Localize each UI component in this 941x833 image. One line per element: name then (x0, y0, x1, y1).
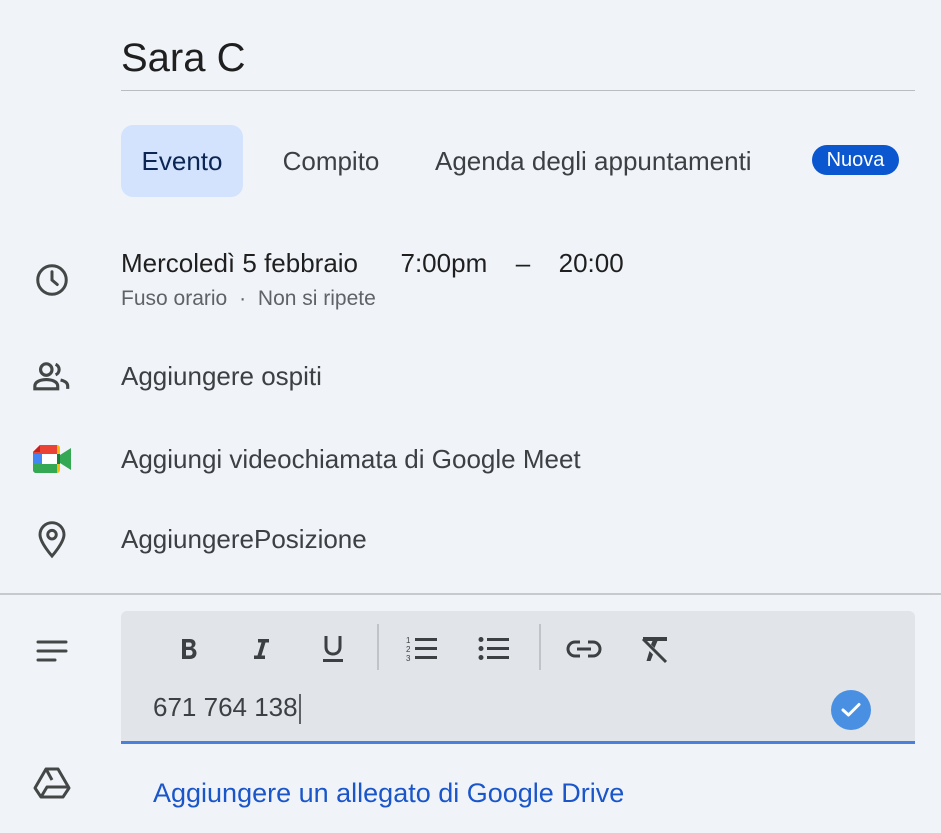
new-badge: Nuova (812, 145, 899, 175)
bulleted-list-button[interactable] (470, 628, 518, 670)
add-drive-attachment-link[interactable]: Aggiungere un allegato di Google Drive (153, 778, 624, 809)
italic-button[interactable] (237, 628, 285, 670)
google-meet-icon (31, 438, 73, 480)
text-caret (298, 694, 301, 725)
spellcheck-check-button[interactable] (831, 690, 871, 730)
numbered-list-icon: 1 2 3 (406, 636, 437, 663)
tab-evento[interactable]: Evento (121, 125, 243, 197)
link-icon (566, 640, 602, 658)
underline-button[interactable] (309, 628, 357, 670)
toolbar-separator (377, 624, 379, 670)
tab-agenda-appuntamenti[interactable]: Agenda degli appuntamenti (435, 125, 835, 197)
insert-link-button[interactable] (560, 628, 608, 670)
bold-button[interactable] (165, 628, 213, 670)
end-time-button[interactable]: 20:00 (559, 248, 624, 278)
date-button[interactable]: Mercoledì 5 febbraio (121, 248, 358, 278)
description-value: 671 764 138 (153, 692, 298, 722)
add-meet-button[interactable]: Aggiungi videochiamata di Google Meet (121, 444, 581, 475)
bold-icon (182, 639, 197, 659)
location-pin-icon (31, 519, 73, 561)
add-guests-field[interactable]: Aggiungere ospiti (121, 361, 322, 392)
clock-icon (31, 259, 73, 301)
svg-text:1: 1 (406, 636, 411, 645)
clear-formatting-icon (641, 637, 668, 664)
description-text[interactable]: 671 764 138 (153, 692, 301, 725)
check-icon (841, 703, 861, 717)
tab-agenda-label: Agenda degli appuntamenti (435, 146, 752, 176)
recurrence-button[interactable]: Non si ripete (258, 287, 376, 310)
separator-dot: · (239, 287, 247, 310)
bulleted-list-icon (478, 637, 509, 660)
event-title-input[interactable]: Sara C (121, 30, 915, 91)
google-drive-icon (31, 762, 73, 804)
add-location-field[interactable]: AggiungerePosizione (121, 524, 367, 555)
people-icon (31, 355, 73, 397)
timezone-recurrence-line: Fuso orario · Non si ripete (121, 287, 376, 311)
svg-text:2: 2 (406, 645, 411, 654)
section-divider (0, 593, 941, 595)
tab-compito[interactable]: Compito (258, 125, 404, 197)
description-icon (31, 630, 73, 672)
start-time-button[interactable]: 7:00pm (401, 248, 488, 278)
toolbar-separator (539, 624, 541, 670)
timezone-button[interactable]: Fuso orario (121, 287, 227, 310)
time-separator: – (515, 248, 531, 278)
numbered-list-button[interactable]: 1 2 3 (398, 628, 446, 670)
underline-icon (323, 636, 343, 662)
svg-text:3: 3 (406, 654, 411, 663)
clear-formatting-button[interactable] (631, 628, 679, 670)
datetime-line: Mercoledì 5 febbraio 7:00pm – 20:00 (121, 248, 624, 279)
italic-icon (254, 639, 269, 659)
